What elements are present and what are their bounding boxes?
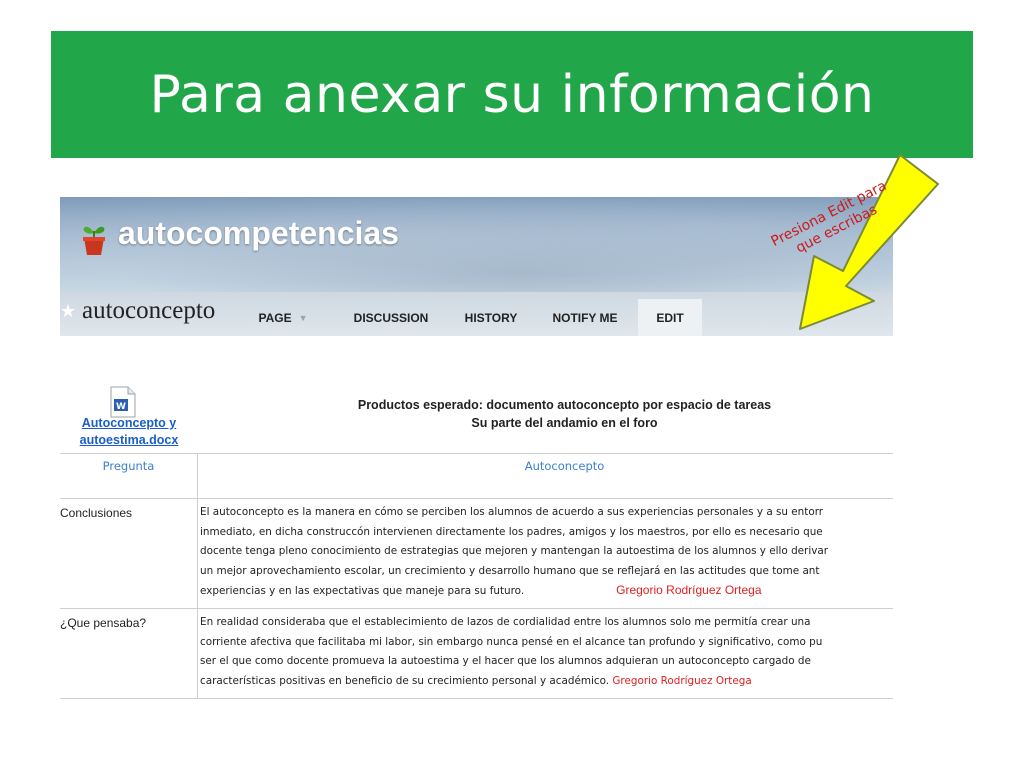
slide-title-bar: Para anexar su información <box>51 31 973 158</box>
table-border-top <box>60 453 893 454</box>
table-border-bottom <box>60 698 893 699</box>
word-document-icon[interactable]: W <box>110 386 136 418</box>
tab-page-label: PAGE <box>258 310 292 325</box>
file-link[interactable]: Autoconcepto y autoestima.docx <box>60 415 198 449</box>
chevron-down-icon: ▼ <box>298 312 308 323</box>
column-header-pregunta: Pregunta <box>102 459 155 473</box>
signature: Gregorio Rodríguez Ortega <box>612 674 752 687</box>
table-border-row <box>60 608 893 609</box>
tab-edit-label: EDIT <box>656 310 684 325</box>
document-title-line-1: Productos esperado: documento autoconcep… <box>357 398 772 412</box>
slide-title: Para anexar su información <box>149 64 875 125</box>
file-link-line-2[interactable]: autoestima.docx <box>60 432 198 449</box>
table-border-header <box>60 498 893 499</box>
plant-logo-icon <box>83 226 105 255</box>
tab-edit[interactable]: EDIT <box>638 299 702 336</box>
tab-discussion[interactable]: DISCUSSION <box>340 299 442 336</box>
document-title-line-2: Su parte del andamio en el foro <box>471 416 658 430</box>
star-icon[interactable]: ★ <box>60 301 76 322</box>
table-row: El autoconcepto es la manera en cómo se … <box>200 503 893 601</box>
tab-notify-me-label: NOTIFY ME <box>552 310 618 325</box>
row-text-line: docente tenga pleno conocimiento de estr… <box>200 545 829 557</box>
row-text-line-end: características positivas en beneficio d… <box>200 674 610 687</box>
row-text-line: experiencias y en las expectativas que m… <box>200 581 893 601</box>
tab-page[interactable]: PAGE ▼ <box>248 299 318 336</box>
site-name[interactable]: autocompetencias <box>118 215 399 252</box>
tab-notify-me[interactable]: NOTIFY ME <box>542 299 628 336</box>
row-text-line: un mejor aprovechamiento escolar, un cre… <box>200 564 820 577</box>
signature: Gregorio Rodríguez Ortega <box>616 583 762 597</box>
row-text-line: corriente afectiva que facilitaba mi lab… <box>200 635 823 648</box>
row-text-line: El autoconcepto es la manera en cómo se … <box>200 506 824 518</box>
tab-history[interactable]: HISTORY <box>453 299 529 336</box>
row-text-line: inmediato, en dicha construccón intervie… <box>200 525 823 538</box>
row-text-line: En realidad consideraba que el estableci… <box>200 616 811 628</box>
document-title: Productos esperado: documento autoconcep… <box>198 396 931 432</box>
column-header-autoconcepto: Autoconcepto <box>524 459 605 473</box>
wiki-navbar: ★ autoconcepto PAGE ▼ DISCUSSION HISTORY… <box>60 292 893 336</box>
tab-discussion-label: DISCUSSION <box>353 310 429 325</box>
file-link-line-1[interactable]: Autoconcepto y <box>60 415 198 432</box>
row-text-line: ser el que como docente promueva la auto… <box>200 655 811 667</box>
row-text-line-end: experiencias y en las expectativas que m… <box>200 585 525 597</box>
row-label-que-pensaba: ¿Que pensaba? <box>60 616 147 630</box>
row-label-conclusiones: Conclusiones <box>60 506 133 520</box>
tab-history-label: HISTORY <box>464 310 518 325</box>
row-text-line: características positivas en beneficio d… <box>200 672 893 692</box>
table-row: En realidad consideraba que el estableci… <box>200 613 893 691</box>
table-column-divider <box>197 453 198 698</box>
page-name: autoconcepto <box>82 297 216 324</box>
svg-text:W: W <box>116 402 126 412</box>
